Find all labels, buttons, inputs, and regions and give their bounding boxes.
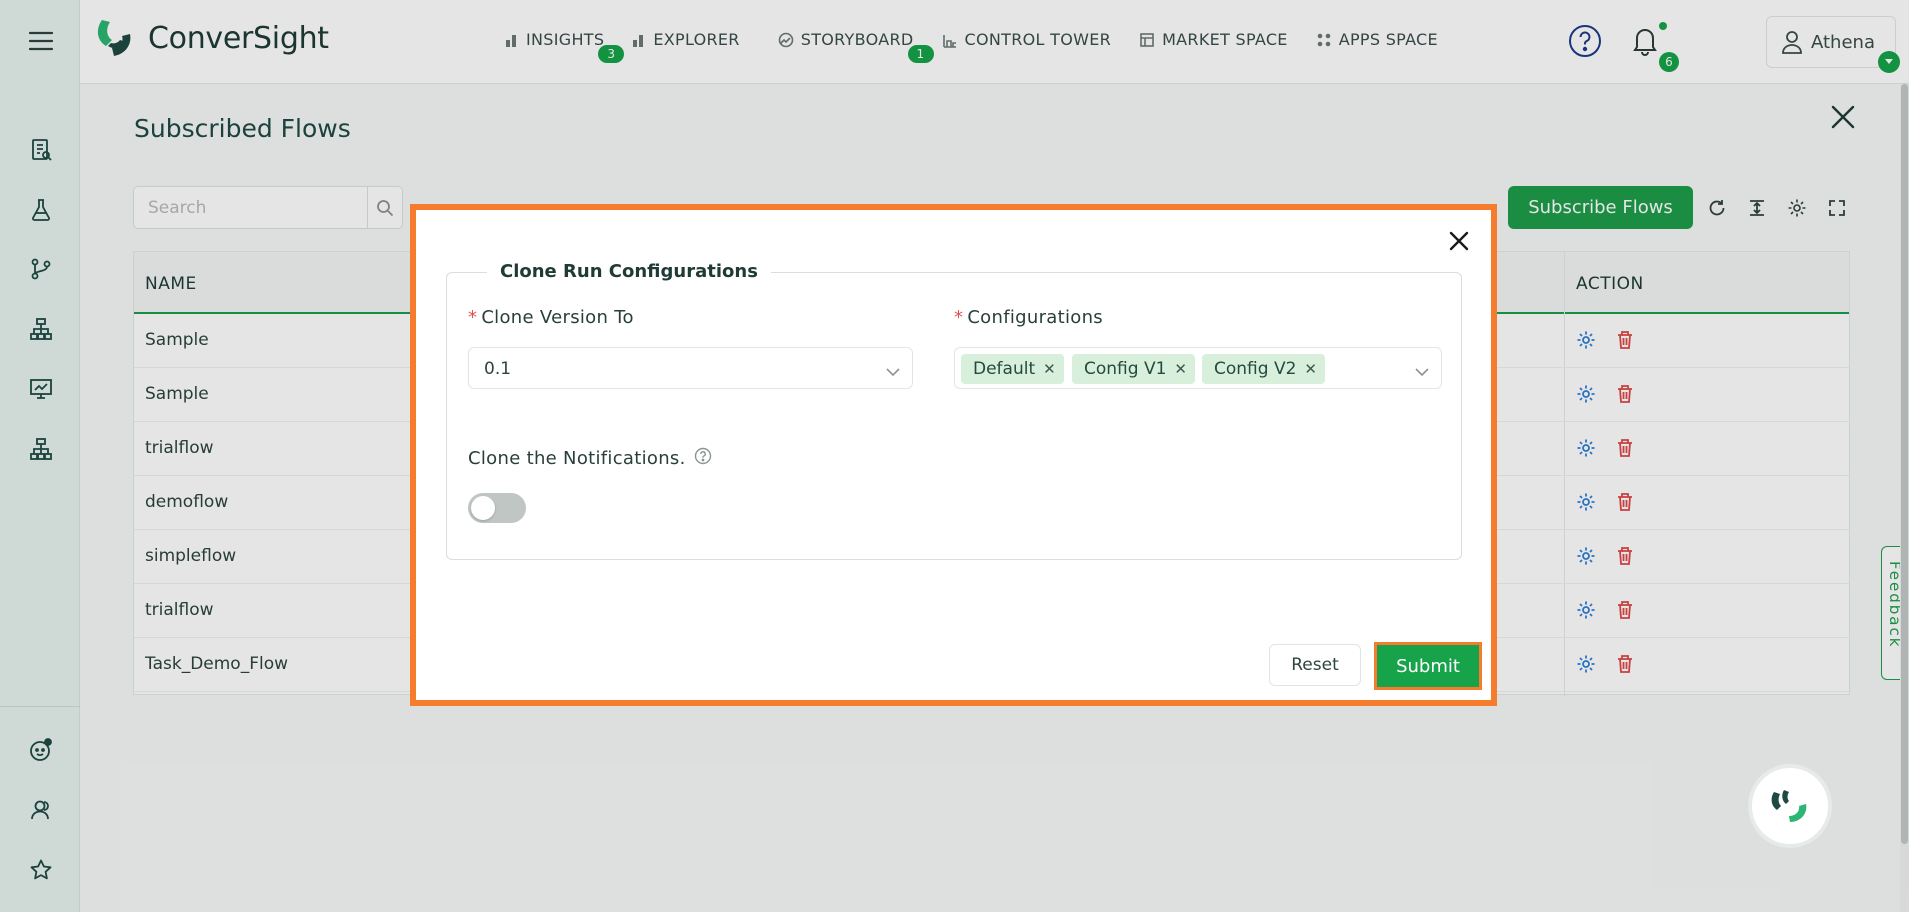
configurations-label: * Configurations bbox=[954, 307, 1103, 328]
notifications-label: Clone the Notifications. bbox=[468, 447, 712, 470]
required-marker: * bbox=[468, 307, 478, 328]
tag-label: Default bbox=[973, 359, 1036, 379]
config-tag: Default ✕ bbox=[961, 354, 1064, 384]
clone-run-config-modal: Clone Run Configurations * Clone Version … bbox=[410, 204, 1497, 706]
toggle-knob bbox=[471, 496, 495, 520]
label-text: Configurations bbox=[967, 307, 1103, 328]
chevron-down-icon bbox=[1415, 362, 1429, 381]
close-icon[interactable] bbox=[1448, 230, 1470, 256]
clone-version-select[interactable]: 0.1 bbox=[468, 347, 913, 389]
close-icon[interactable]: ✕ bbox=[1304, 360, 1317, 378]
config-tag: Config V2 ✕ bbox=[1202, 354, 1325, 384]
tag-label: Config V2 bbox=[1214, 359, 1297, 379]
submit-highlight: Submit bbox=[1374, 642, 1482, 690]
required-marker: * bbox=[954, 307, 964, 328]
tag-label: Config V1 bbox=[1084, 359, 1167, 379]
help-icon[interactable] bbox=[694, 447, 712, 470]
close-icon[interactable]: ✕ bbox=[1174, 360, 1187, 378]
configurations-select[interactable]: Default ✕ Config V1 ✕ Config V2 ✕ bbox=[954, 347, 1442, 389]
clone-version-label: * Clone Version To bbox=[468, 307, 634, 328]
notifications-toggle[interactable] bbox=[468, 493, 526, 523]
select-value: 0.1 bbox=[484, 359, 512, 379]
fieldset-legend: Clone Run Configurations bbox=[487, 261, 771, 282]
config-fieldset: Clone Run Configurations * Clone Version … bbox=[446, 261, 1462, 560]
label-text: Clone Version To bbox=[481, 307, 634, 328]
close-icon[interactable]: ✕ bbox=[1043, 360, 1056, 378]
reset-button[interactable]: Reset bbox=[1269, 644, 1361, 686]
chatbot-icon[interactable] bbox=[1748, 764, 1832, 848]
label-text: Clone the Notifications. bbox=[468, 448, 686, 469]
config-tag: Config V1 ✕ bbox=[1072, 354, 1195, 384]
submit-button[interactable]: Submit bbox=[1377, 645, 1479, 687]
chevron-down-icon bbox=[886, 362, 900, 381]
